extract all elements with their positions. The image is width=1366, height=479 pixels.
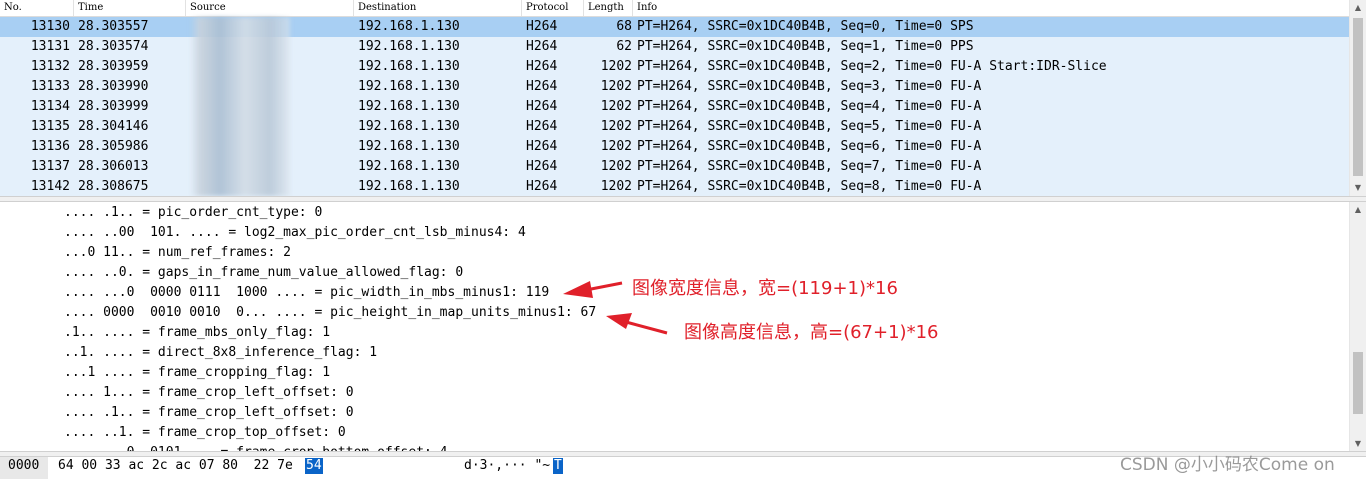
detail-line[interactable]: .... ...0 0000 0111 1000 .... = pic_widt… [64, 283, 549, 303]
cell-len: 62 [616, 39, 632, 54]
cell-info: PT=H264, SSRC=0x1DC40B4B, Seq=0, Time=0 … [637, 19, 974, 34]
cell-info: PT=H264, SSRC=0x1DC40B4B, Seq=8, Time=0 … [637, 179, 982, 194]
packet-list-scrollbar[interactable]: ▲ ▼ [1349, 0, 1366, 196]
cell-len: 1202 [600, 79, 632, 94]
cell-dst: 192.168.1.130 [358, 59, 460, 74]
cell-no: 13130 [30, 19, 70, 34]
packet-list[interactable]: No. Time Source Destination Protocol Len… [0, 0, 1366, 197]
cell-len: 1202 [600, 59, 632, 74]
cell-proto: H264 [526, 39, 558, 54]
bytes-ascii[interactable]: d·3·,··· "~ [464, 457, 550, 475]
down-arrow-icon[interactable]: ▼ [1350, 180, 1366, 196]
cell-dst: 192.168.1.130 [358, 19, 460, 34]
cell-info: PT=H264, SSRC=0x1DC40B4B, Seq=6, Time=0 … [637, 139, 982, 154]
cell-no: 13135 [30, 119, 70, 134]
cell-len: 1202 [600, 99, 632, 114]
cell-info: PT=H264, SSRC=0x1DC40B4B, Seq=7, Time=0 … [637, 159, 982, 174]
scroll-thumb[interactable] [1353, 18, 1363, 176]
source-redacted [190, 17, 290, 196]
cell-len: 68 [616, 19, 632, 34]
scroll-thumb[interactable] [1353, 352, 1363, 414]
cell-proto: H264 [526, 119, 558, 134]
cell-proto: H264 [526, 59, 558, 74]
cell-dst: 192.168.1.130 [358, 179, 460, 194]
cell-dst: 192.168.1.130 [358, 139, 460, 154]
bytes-ascii-selected[interactable]: T [553, 458, 563, 474]
cell-time: 28.303959 [78, 59, 149, 74]
cell-len: 1202 [600, 159, 632, 174]
cell-no: 13137 [30, 159, 70, 174]
cell-proto: H264 [526, 79, 558, 94]
bytes-offset: 0000 [0, 457, 48, 479]
cell-proto: H264 [526, 139, 558, 154]
column-time[interactable]: Time [74, 0, 186, 16]
cell-info: PT=H264, SSRC=0x1DC40B4B, Seq=3, Time=0 … [637, 79, 982, 94]
column-source[interactable]: Source [186, 0, 354, 16]
cell-no: 13136 [30, 139, 70, 154]
cell-dst: 192.168.1.130 [358, 119, 460, 134]
up-arrow-icon[interactable]: ▲ [1350, 0, 1366, 16]
cell-proto: H264 [526, 19, 558, 34]
cell-proto: H264 [526, 159, 558, 174]
cell-no: 13131 [30, 39, 70, 54]
cell-no: 13142 [30, 179, 70, 194]
cell-no: 13132 [30, 59, 70, 74]
down-arrow-icon[interactable]: ▼ [1350, 436, 1366, 452]
cell-len: 1202 [600, 139, 632, 154]
column-header: No. Time Source Destination Protocol Len… [0, 0, 1350, 17]
cell-info: PT=H264, SSRC=0x1DC40B4B, Seq=1, Time=0 … [637, 39, 974, 54]
cell-no: 13134 [30, 99, 70, 114]
details-scrollbar[interactable]: ▲ ▼ [1349, 202, 1366, 452]
cell-dst: 192.168.1.130 [358, 99, 460, 114]
cell-time: 28.303999 [78, 99, 149, 114]
packet-details[interactable]: .... .1.. = pic_order_cnt_type: 0.... ..… [0, 202, 1366, 452]
detail-line[interactable]: .... .1.. = frame_crop_left_offset: 0 [64, 403, 354, 423]
watermark: CSDN @小小码农Come on [1120, 455, 1335, 475]
cell-no: 13133 [30, 79, 70, 94]
cell-time: 28.304146 [78, 119, 149, 134]
column-no[interactable]: No. [0, 0, 74, 16]
cell-time: 28.303990 [78, 79, 149, 94]
bytes-hex[interactable]: 64 00 33 ac 2c ac 07 80 22 7e [58, 457, 293, 475]
detail-line[interactable]: .... 0000 0010 0010 0... .... = pic_heig… [64, 303, 596, 323]
detail-line[interactable]: .... ..0. = gaps_in_frame_num_value_allo… [64, 263, 463, 283]
cell-time: 28.308675 [78, 179, 149, 194]
cell-time: 28.305986 [78, 139, 149, 154]
cell-dst: 192.168.1.130 [358, 79, 460, 94]
column-info[interactable]: Info [633, 0, 1350, 16]
detail-line[interactable]: .... ..00 101. .... = log2_max_pic_order… [64, 223, 526, 243]
cell-time: 28.306013 [78, 159, 149, 174]
cell-dst: 192.168.1.130 [358, 159, 460, 174]
detail-line[interactable]: ...0 11.. = num_ref_frames: 2 [64, 243, 291, 263]
cell-proto: H264 [526, 179, 558, 194]
bytes-hex-selected[interactable]: 54 [305, 458, 323, 474]
cell-time: 28.303557 [78, 19, 149, 34]
width-annotation: 图像宽度信息，宽=(119+1)*16 [632, 278, 898, 299]
up-arrow-icon[interactable]: ▲ [1350, 202, 1366, 218]
cell-time: 28.303574 [78, 39, 149, 54]
detail-line[interactable]: .1.. .... = frame_mbs_only_flag: 1 [64, 323, 330, 343]
column-protocol[interactable]: Protocol [522, 0, 584, 16]
column-length[interactable]: Length [584, 0, 633, 16]
cell-info: PT=H264, SSRC=0x1DC40B4B, Seq=5, Time=0 … [637, 119, 982, 134]
cell-dst: 192.168.1.130 [358, 39, 460, 54]
cell-info: PT=H264, SSRC=0x1DC40B4B, Seq=4, Time=0 … [637, 99, 982, 114]
cell-len: 1202 [600, 179, 632, 194]
detail-line[interactable]: .... .1.. = pic_order_cnt_type: 0 [64, 203, 322, 223]
height-annotation: 图像高度信息，高=(67+1)*16 [684, 322, 939, 343]
detail-line[interactable]: ...1 .... = frame_cropping_flag: 1 [64, 363, 330, 383]
cell-proto: H264 [526, 99, 558, 114]
detail-line[interactable]: ..1. .... = direct_8x8_inference_flag: 1 [64, 343, 377, 363]
column-destination[interactable]: Destination [354, 0, 522, 16]
detail-line[interactable]: .... ..1. = frame_crop_top_offset: 0 [64, 423, 346, 443]
detail-line[interactable]: .... 1... = frame_crop_left_offset: 0 [64, 383, 354, 403]
cell-len: 1202 [600, 119, 632, 134]
cell-info: PT=H264, SSRC=0x1DC40B4B, Seq=2, Time=0 … [637, 59, 1107, 74]
